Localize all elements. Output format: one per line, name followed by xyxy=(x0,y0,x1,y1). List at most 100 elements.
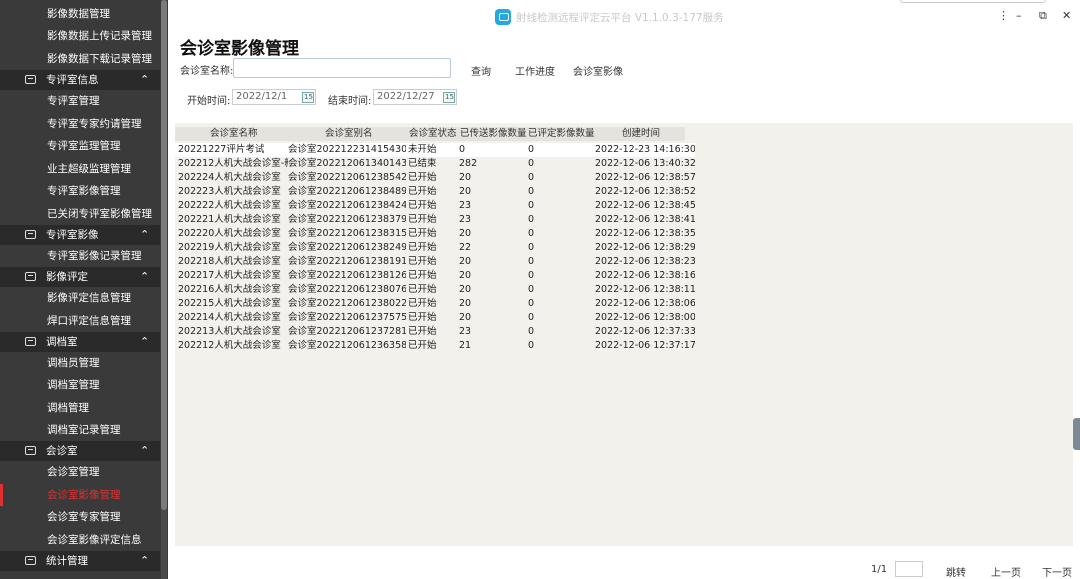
table-cell: 会诊室20221206123757527 xyxy=(288,312,406,323)
sidebar-item[interactable]: 调档室记录管理 xyxy=(0,419,160,441)
sidebar: 影像数据管理 影像数据上传记录管理 影像数据下载记录管理 专评室信息 ⌃ 专评室管理 专评室… xyxy=(0,0,168,579)
chevron-up-icon[interactable]: ⌃ xyxy=(140,551,149,571)
column-header[interactable]: 会诊室别名 xyxy=(325,127,373,141)
sidebar-item[interactable]: 影像数据上传记录管理 xyxy=(0,25,160,47)
table-cell: 会诊室20221223141543080 xyxy=(288,144,406,155)
column-header[interactable]: 会诊室状态 xyxy=(409,127,457,141)
sidebar-group[interactable]: 统计管理 ⌃ xyxy=(0,551,160,571)
table-row[interactable]: 202212人机大战会诊室-新会诊室20221206134014369已结束 28… xyxy=(175,157,695,171)
table-cell: 已开始 xyxy=(408,284,437,295)
table-row[interactable]: 202213人机大战会诊室会诊室20221206123728151已开始 23 0 2… xyxy=(175,325,695,339)
sidebar-group[interactable]: 专评室影像 ⌃ xyxy=(0,225,160,245)
sidebar-active-indicator xyxy=(0,484,3,506)
chevron-up-icon[interactable]: ⌃ xyxy=(140,441,149,461)
query-button[interactable]: 查询 xyxy=(471,63,491,78)
close-icon[interactable]: ✕ xyxy=(1062,9,1071,22)
end-date-field[interactable]: 2022/12/27 xyxy=(373,89,457,105)
sidebar-group[interactable]: 会诊室 ⌃ xyxy=(0,441,160,461)
top-search-box[interactable] xyxy=(900,0,1046,3)
sidebar-group[interactable]: 专评室信息 ⌃ xyxy=(0,70,160,90)
table-cell: 会诊室20221206123831558 xyxy=(288,228,406,239)
sidebar-scrollbar-thumb[interactable] xyxy=(161,0,167,510)
room-images-button[interactable]: 会诊室影像 xyxy=(573,63,623,78)
calendar-icon[interactable] xyxy=(443,92,455,103)
table-row[interactable]: 202221人机大战会诊室会诊室20221206123837925已开始 23 0 2… xyxy=(175,213,695,227)
table-row[interactable]: 202217人机大战会诊室会诊室20221206123812642已开始 20 0 2… xyxy=(175,269,695,283)
room-name-input[interactable] xyxy=(233,58,451,78)
table-cell: 202221人机大战会诊室 xyxy=(178,214,281,225)
sidebar-item[interactable]: 会诊室影像管理 xyxy=(0,484,160,506)
sidebar-item[interactable]: 调档员管理 xyxy=(0,352,160,374)
table-row[interactable]: 202212人机大战会诊室会诊室20221206123635805已开始 21 0 2… xyxy=(175,339,695,353)
table-row[interactable]: 202214人机大战会诊室会诊室20221206123757527已开始 20 0 2… xyxy=(175,311,695,325)
sidebar-item[interactable]: 专评室影像记录管理 xyxy=(0,245,160,267)
chevron-up-icon[interactable]: ⌃ xyxy=(140,267,149,287)
table-cell: 202223人机大战会诊室 xyxy=(178,186,281,197)
sidebar-group-label: 专评室信息 xyxy=(46,74,99,86)
table-cell: 20 xyxy=(459,284,472,295)
restore-icon[interactable]: ⧉ xyxy=(1039,9,1047,23)
table-cell: 2022-12-06 12:38:00 xyxy=(595,312,695,323)
table-cell: 0 xyxy=(528,340,535,351)
sidebar-item[interactable]: 影像评定信息管理 xyxy=(0,287,160,309)
minimize-icon[interactable]: – xyxy=(1016,9,1022,22)
more-options-icon[interactable]: ⋮ xyxy=(998,9,1009,22)
sidebar-item[interactable]: 专评室影像管理 xyxy=(0,180,160,202)
table-cell: 2022-12-06 12:38:41 xyxy=(595,214,695,225)
table-row[interactable]: 202216人机大战会诊室会诊室20221206123807674已开始 20 0 2… xyxy=(175,283,695,297)
table-row[interactable]: 202224人机大战会诊室会诊室20221206123854235已开始 20 0 2… xyxy=(175,171,695,185)
table-row[interactable]: 202215人机大战会诊室会诊室20221206123802254已开始 20 0 2… xyxy=(175,297,695,311)
table-cell: 2022-12-06 12:38:45 xyxy=(595,200,695,211)
chevron-up-icon[interactable]: ⌃ xyxy=(140,225,149,245)
sidebar-item[interactable]: 会诊室专家管理 xyxy=(0,506,160,528)
column-header[interactable]: 会诊室名称 xyxy=(210,127,258,141)
sidebar-item[interactable]: 业主超级监理管理 xyxy=(0,158,160,180)
table-cell: 2022-12-06 12:38:35 xyxy=(595,228,695,239)
column-header[interactable]: 创建时间 xyxy=(622,127,660,141)
sidebar-item[interactable]: 影像数据下载记录管理 xyxy=(0,48,160,70)
chevron-up-icon[interactable]: ⌃ xyxy=(140,332,149,352)
table-cell: 会诊室20221206123807674 xyxy=(288,284,406,295)
sidebar-item[interactable]: 会诊室影像评定信息 xyxy=(0,529,160,551)
table-cell: 202220人机大战会诊室 xyxy=(178,228,281,239)
chevron-up-icon[interactable]: ⌃ xyxy=(140,70,149,90)
sidebar-item[interactable]: 专评室管理 xyxy=(0,90,160,112)
table-cell: 0 xyxy=(528,186,535,197)
sidebar-item[interactable]: 专评室专家约请管理 xyxy=(0,113,160,135)
table-cell: 20221227评片考试 xyxy=(178,144,265,155)
sidebar-group[interactable]: 调档室 ⌃ xyxy=(0,332,160,352)
prev-page-button[interactable]: 上一页 xyxy=(991,564,1021,579)
table-cell: 20 xyxy=(459,256,472,267)
table-row[interactable]: 202222人机大战会诊室会诊室20221206123842485已开始 23 0 2… xyxy=(175,199,695,213)
start-date-field[interactable]: 2022/12/1 xyxy=(232,89,316,105)
table-row[interactable]: 202218人机大战会诊室会诊室20221206123819191已开始 20 0 2… xyxy=(175,255,695,269)
table-cell: 0 xyxy=(528,270,535,281)
column-header[interactable]: 已传送影像数量 xyxy=(460,127,527,141)
table-cell: 未开始 xyxy=(408,144,437,155)
column-header[interactable]: 已评定影像数量 xyxy=(528,127,595,141)
calendar-icon[interactable] xyxy=(302,92,314,103)
work-progress-button[interactable]: 工作进度 xyxy=(515,63,555,78)
table-row[interactable]: 202219人机大战会诊室会诊室20221206123824961已开始 22 0 2… xyxy=(175,241,695,255)
sidebar-item[interactable]: 已关闭专评室影像管理 xyxy=(0,203,160,225)
sidebar-item[interactable]: 专评室监理管理 xyxy=(0,135,160,157)
table-cell: 202215人机大战会诊室 xyxy=(178,298,281,309)
table-row[interactable]: 202220人机大战会诊室会诊室20221206123831558已开始 20 0 2… xyxy=(175,227,695,241)
page-number-input[interactable] xyxy=(895,561,923,577)
table-row[interactable]: 202223人机大战会诊室会诊室20221206123848958已开始 20 0 2… xyxy=(175,185,695,199)
sidebar-item[interactable]: 会诊室管理 xyxy=(0,461,160,483)
table-row[interactable]: 20221227评片考试 会诊室20221223141543080未开始 0 0 202… xyxy=(175,143,695,157)
side-panel-handle[interactable] xyxy=(1073,418,1080,450)
folder-icon xyxy=(25,75,36,84)
sidebar-item[interactable]: 影像数据管理 xyxy=(0,3,160,25)
table-cell: 已开始 xyxy=(408,214,437,225)
jump-button[interactable]: 跳转 xyxy=(946,564,966,579)
sidebar-group[interactable]: 影像评定 ⌃ xyxy=(0,267,160,287)
table-cell: 282 xyxy=(459,158,478,169)
sidebar-item[interactable]: 调档室管理 xyxy=(0,374,160,396)
table-cell: 2022-12-06 12:38:16 xyxy=(595,270,695,281)
table-cell: 0 xyxy=(528,284,535,295)
next-page-button[interactable]: 下一页 xyxy=(1042,564,1072,579)
sidebar-item[interactable]: 焊口评定信息管理 xyxy=(0,310,160,332)
sidebar-item[interactable]: 调档管理 xyxy=(0,397,160,419)
